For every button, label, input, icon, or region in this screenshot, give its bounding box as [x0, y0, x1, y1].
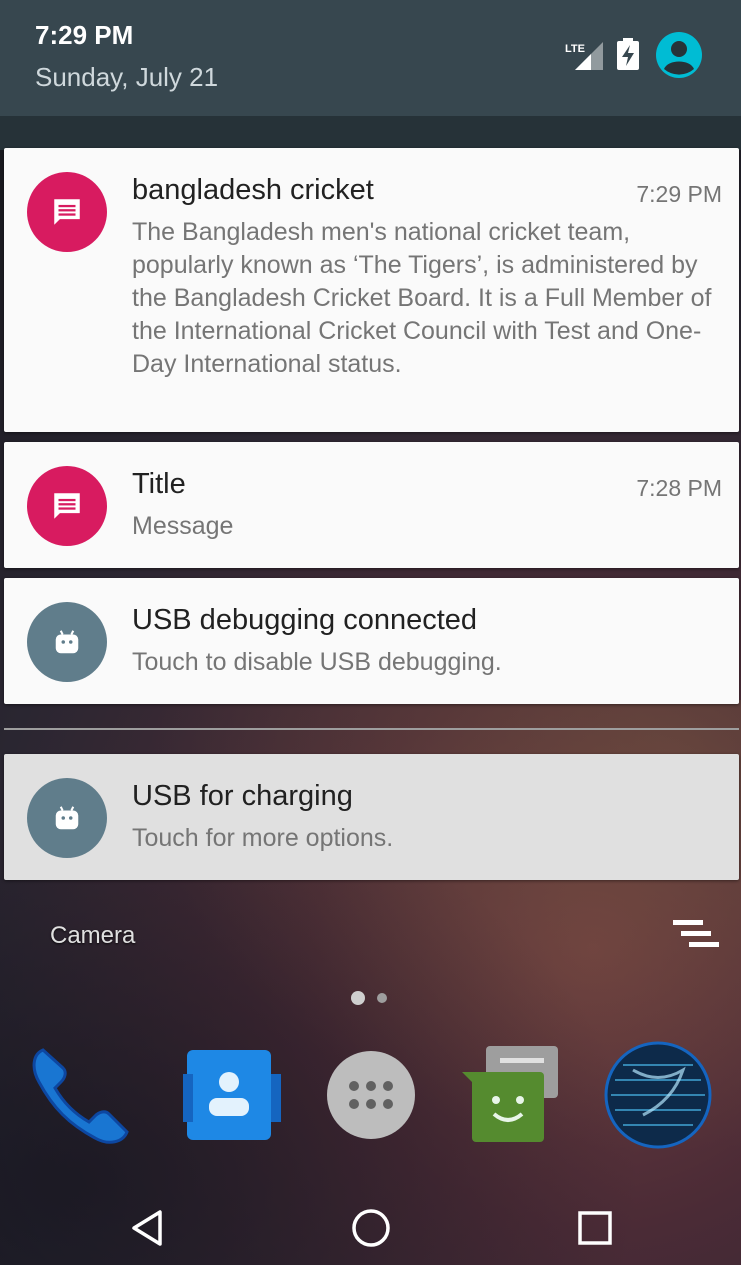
notification-time: 7:29 PM: [636, 181, 722, 207]
notification-header: 7:29 PM Sunday, July 21 LTE: [0, 0, 741, 116]
android-icon: [27, 778, 107, 858]
notification-body: Touch to disable USB debugging.: [132, 648, 502, 676]
browser-globe-icon[interactable]: [603, 1040, 713, 1150]
notification-body: The Bangladesh men's national cricket te…: [132, 218, 712, 378]
notification-time: 7:28 PM: [636, 475, 722, 501]
recents-icon: [578, 1211, 612, 1245]
notification-body: Message: [132, 512, 234, 540]
notification-divider: [4, 728, 739, 730]
notification-card[interactable]: USB debugging connected Touch to disable…: [4, 578, 739, 704]
battery-charging-icon: [617, 38, 639, 70]
notification-title: USB for charging: [132, 780, 353, 812]
notification-card[interactable]: USB for charging Touch for more options.: [4, 754, 739, 880]
home-icon: [352, 1209, 390, 1247]
back-icon: [132, 1210, 162, 1246]
home-button[interactable]: [343, 1200, 399, 1256]
network-type-label: LTE: [565, 43, 585, 55]
notification-body: Touch for more options.: [132, 824, 394, 852]
header-shadow-band: [0, 116, 741, 150]
notification-title: Title: [132, 468, 186, 500]
chat-icon: [27, 172, 107, 252]
chat-icon: [27, 466, 107, 546]
android-icon: [27, 602, 107, 682]
notification-card[interactable]: bangladesh cricket 7:29 PM The Banglades…: [4, 148, 739, 432]
messenger-icon[interactable]: [458, 1040, 568, 1150]
user-avatar-icon[interactable]: [656, 32, 702, 78]
notification-title: bangladesh cricket: [132, 174, 374, 206]
clock-time: 7:29 PM: [35, 20, 134, 50]
contacts-icon[interactable]: [177, 1040, 287, 1150]
page-indicator: [351, 991, 387, 1005]
recents-button[interactable]: [567, 1200, 623, 1256]
clear-all-icon[interactable]: [673, 918, 723, 954]
notification-title: USB debugging connected: [132, 604, 478, 636]
app-drawer-icon[interactable]: [316, 1040, 426, 1150]
phone-icon[interactable]: [25, 1040, 135, 1150]
back-button[interactable]: [120, 1200, 176, 1256]
notification-card[interactable]: Title 7:28 PM Message: [4, 442, 739, 568]
lte-signal-icon: LTE: [565, 42, 603, 70]
camera-app-label[interactable]: Camera: [50, 922, 135, 950]
current-date: Sunday, July 21: [35, 62, 219, 92]
